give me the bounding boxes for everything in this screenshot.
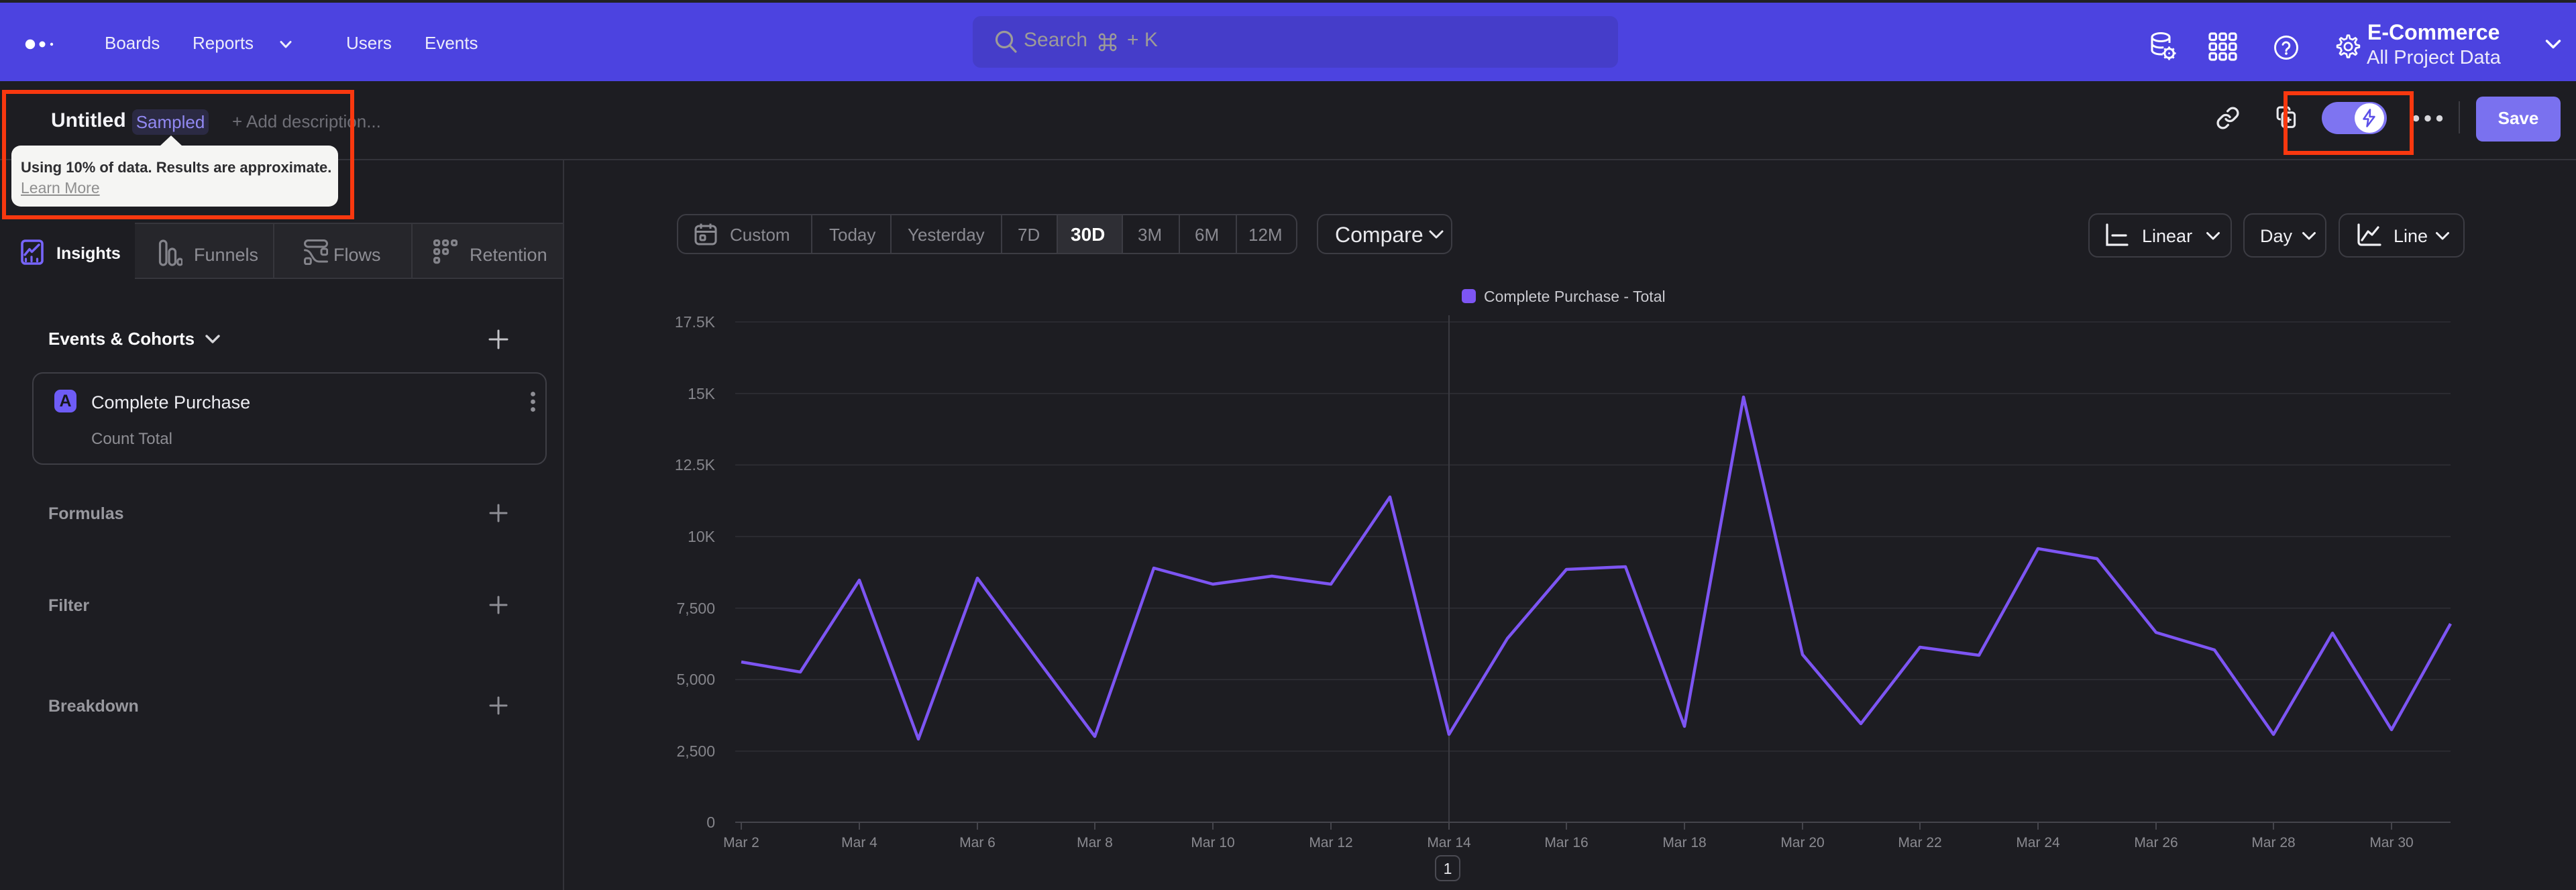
svg-text:Mar 20: Mar 20: [1780, 835, 1824, 850]
svg-text:Mar 16: Mar 16: [1544, 835, 1588, 850]
svg-text:Mar 12: Mar 12: [1309, 835, 1352, 850]
svg-text:Mar 22: Mar 22: [1898, 835, 1941, 850]
svg-text:Mar 18: Mar 18: [1662, 835, 1706, 850]
svg-text:Mar 4: Mar 4: [841, 835, 877, 850]
svg-text:Mar 30: Mar 30: [2369, 835, 2413, 850]
svg-text:Complete Purchase - Total: Complete Purchase - Total: [1484, 288, 1666, 305]
svg-text:Mar 14: Mar 14: [1427, 835, 1471, 850]
svg-text:Mar 24: Mar 24: [2016, 835, 2060, 850]
svg-text:Mar 10: Mar 10: [1191, 835, 1234, 850]
svg-text:10K: 10K: [688, 528, 716, 545]
svg-text:7,500: 7,500: [676, 600, 715, 617]
svg-text:2,500: 2,500: [676, 742, 715, 760]
svg-text:Mar 26: Mar 26: [2134, 835, 2178, 850]
svg-text:Mar 28: Mar 28: [2251, 835, 2295, 850]
svg-text:5,000: 5,000: [676, 671, 715, 688]
svg-text:1: 1: [1444, 860, 1452, 877]
svg-text:Mar 8: Mar 8: [1077, 835, 1113, 850]
svg-text:0: 0: [706, 814, 715, 831]
svg-text:Mar 6: Mar 6: [959, 835, 996, 850]
svg-text:Mar 2: Mar 2: [723, 835, 759, 850]
svg-text:15K: 15K: [688, 385, 716, 402]
svg-text:17.5K: 17.5K: [675, 313, 716, 331]
svg-text:12.5K: 12.5K: [675, 456, 716, 474]
